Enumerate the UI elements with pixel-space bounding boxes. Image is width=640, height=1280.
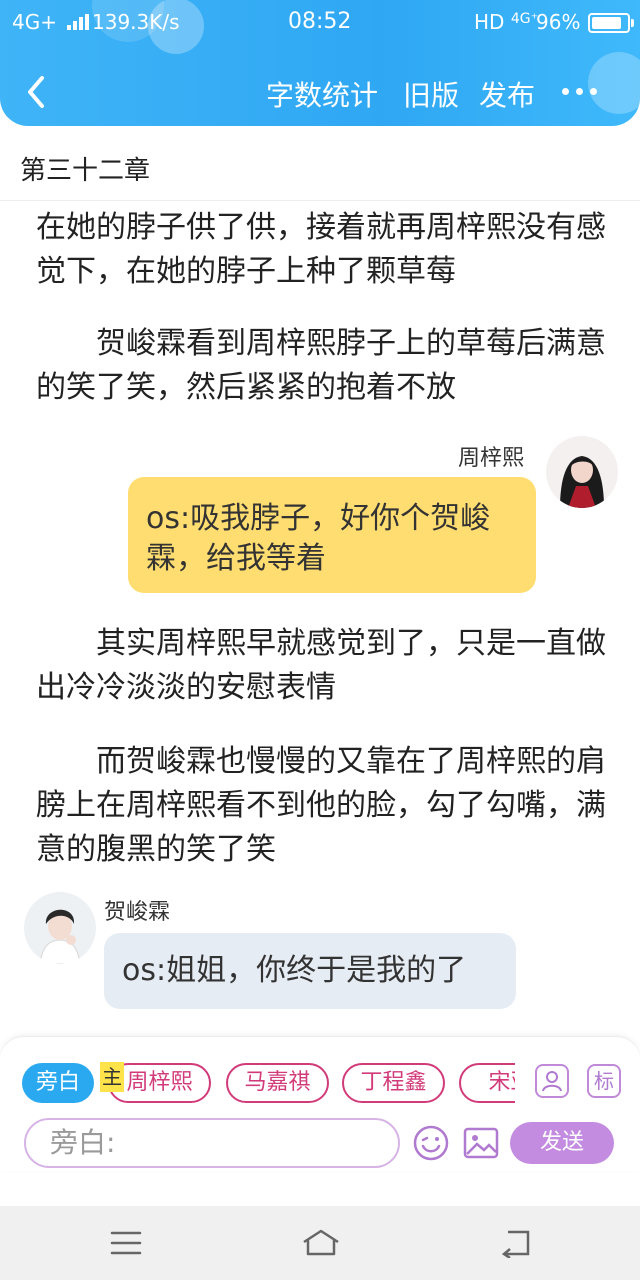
word-count-button[interactable]: 字数统计 xyxy=(266,74,378,114)
battery-percent: 96% xyxy=(536,10,581,34)
status-bar: 4G+ 139.3K/s 08:52 HD 4G⁺ 96% xyxy=(0,0,640,44)
speaker-name: 贺峻霖 xyxy=(104,900,171,925)
message-input[interactable]: 旁白: xyxy=(24,1118,400,1168)
main-character-badge: 主 xyxy=(100,1062,124,1092)
decor-bubble xyxy=(588,52,640,114)
image-icon xyxy=(463,1127,499,1159)
clock: 08:52 xyxy=(288,9,352,34)
chevron-left-icon xyxy=(28,76,44,108)
character-chip-clipped[interactable]: 宋亚 xyxy=(459,1063,515,1103)
narration-paragraph: 贺峻霖看到周梓熙脖子上的草莓后满意的笑了笑，然后紧紧的抱着不放 xyxy=(36,326,606,405)
more-icon[interactable] xyxy=(562,88,598,96)
tag-button[interactable]: 标 xyxy=(587,1064,621,1098)
network-label-2: 4G⁺ xyxy=(510,11,538,27)
old-version-button[interactable]: 旧版 xyxy=(403,74,459,114)
narration-chip[interactable]: 旁白 xyxy=(22,1063,94,1103)
signal-icon xyxy=(67,14,91,30)
network-label: 4G+ xyxy=(12,10,57,34)
avatar-boy-icon xyxy=(24,892,96,964)
network-indicator: 4G+ xyxy=(12,10,91,34)
menu-icon[interactable] xyxy=(108,1228,144,1258)
avatar-girl-icon xyxy=(546,436,618,508)
narration-paragraph: 而贺峻霖也慢慢的又靠在了周梓熙的肩膀上在周梓熙看不到他的脸，勾了勾嘴，满意的腹黑… xyxy=(36,744,606,867)
message-bubble: os:姐姐，你终于是我的了 xyxy=(104,933,516,1009)
avatar[interactable] xyxy=(546,436,618,508)
divider xyxy=(0,200,640,201)
user-icon xyxy=(542,1071,562,1092)
send-button[interactable]: 发送 xyxy=(510,1122,614,1164)
speaker-name: 周梓熙 xyxy=(458,446,525,471)
narration-paragraph: 其实周梓熙早就感觉到了，只是一直做出冷冷淡淡的安慰表情 xyxy=(36,626,606,705)
character-manage-button[interactable] xyxy=(535,1064,569,1098)
character-chip: 宋亚 xyxy=(459,1063,515,1103)
image-button[interactable] xyxy=(462,1124,500,1162)
back-nav-icon[interactable] xyxy=(498,1228,534,1260)
back-button[interactable] xyxy=(22,72,52,112)
app-header: 4G+ 139.3K/s 08:52 HD 4G⁺ 96% 字数统计 旧版 发布 xyxy=(0,0,640,126)
battery-icon xyxy=(588,13,634,33)
network-speed: 139.3K/s xyxy=(92,10,180,34)
character-chip[interactable]: 丁程鑫 xyxy=(342,1063,445,1103)
message-bubble: os:吸我脖子，好你个贺峻霖，给我等着 xyxy=(128,477,536,593)
character-chip[interactable]: 马嘉祺 xyxy=(226,1063,329,1103)
system-nav-bar xyxy=(0,1206,640,1280)
emoji-button[interactable] xyxy=(412,1124,450,1162)
home-icon[interactable] xyxy=(300,1228,342,1258)
hd-label: HD xyxy=(474,10,505,34)
chapter-title: 第三十二章 xyxy=(20,156,151,186)
publish-button[interactable]: 发布 xyxy=(479,74,535,114)
hd-indicator: HD 4G⁺ xyxy=(474,10,538,34)
avatar[interactable] xyxy=(24,892,96,964)
narration-paragraph: 在她的脖子供了供，接着就再周梓熙没有感觉下，在她的脖子上种了颗草莓 xyxy=(36,210,606,289)
smiley-icon xyxy=(413,1125,449,1161)
battery-fill xyxy=(592,17,621,29)
